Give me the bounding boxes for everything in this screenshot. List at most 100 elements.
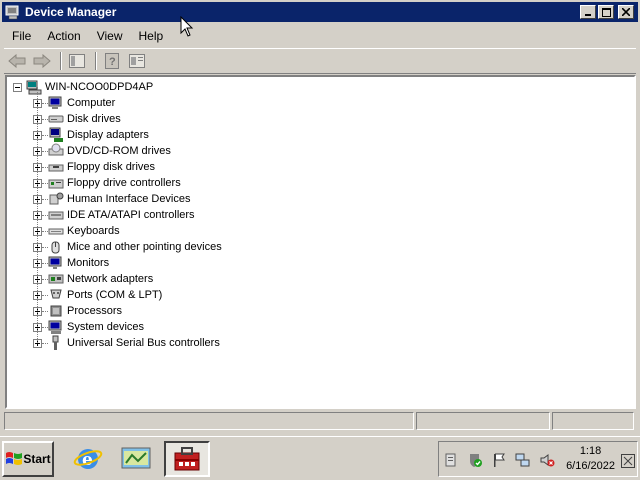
keyboard-icon bbox=[48, 228, 64, 235]
floppy-disk-icon bbox=[48, 164, 64, 172]
tree-branch-line bbox=[42, 102, 48, 104]
internet-explorer-icon: e bbox=[73, 449, 103, 470]
server-manager-launcher[interactable] bbox=[118, 443, 154, 475]
menu-bar: File Action View Help bbox=[4, 26, 636, 46]
mouse-icon bbox=[51, 241, 60, 254]
tree-branch-line bbox=[42, 310, 48, 312]
tree-item-label: Disk drives bbox=[67, 113, 121, 125]
toolbar: ? bbox=[4, 48, 636, 74]
tree-branch-line bbox=[42, 246, 48, 248]
tree-branch-line bbox=[42, 182, 48, 184]
internet-explorer-launcher[interactable]: e bbox=[70, 443, 106, 475]
back-button[interactable] bbox=[6, 50, 28, 72]
tree-item[interactable]: Mice and other pointing devices bbox=[33, 239, 222, 255]
show-hide-console-tree-icon bbox=[69, 54, 85, 68]
tree-item[interactable]: Display adapters bbox=[33, 127, 149, 143]
tree-item-label: System devices bbox=[67, 321, 145, 333]
show-desktop-icon[interactable] bbox=[621, 454, 635, 468]
title-bar[interactable]: Device Manager bbox=[2, 2, 638, 22]
status-pane-main bbox=[4, 412, 414, 430]
tree-item-label: Keyboards bbox=[67, 225, 120, 237]
close-button[interactable] bbox=[618, 5, 634, 19]
dvd-drive-icon bbox=[48, 143, 64, 156]
tree-branch-line bbox=[42, 342, 48, 344]
security-shield-icon[interactable] bbox=[467, 452, 483, 468]
tree-item[interactable]: Computer bbox=[33, 95, 115, 111]
tree-item[interactable]: Network adapters bbox=[33, 271, 153, 287]
tree-branch-line bbox=[42, 262, 48, 264]
tree-branch-line bbox=[42, 294, 48, 296]
start-button[interactable]: Start bbox=[2, 441, 54, 477]
device-tree[interactable]: WIN-NCOO0DPD4AP Computer Disk drives Displ… bbox=[5, 75, 636, 409]
tree-item[interactable]: Ports (COM & LPT) bbox=[33, 287, 162, 303]
tree-branch-line bbox=[42, 150, 48, 152]
device-manager-task-button[interactable] bbox=[164, 441, 210, 477]
tree-item-label: DVD/CD-ROM drives bbox=[67, 145, 171, 157]
properties-icon bbox=[129, 54, 145, 68]
show-hide-console-tree-button[interactable] bbox=[66, 50, 88, 72]
menu-action[interactable]: Action bbox=[39, 29, 88, 43]
mouse-cursor-icon bbox=[180, 16, 194, 37]
status-pane-3 bbox=[552, 412, 634, 430]
tree-item-label: Ports (COM & LPT) bbox=[67, 289, 163, 301]
monitor-icon bbox=[48, 256, 62, 269]
tree-item[interactable]: Disk drives bbox=[33, 111, 121, 127]
svg-text:?: ? bbox=[109, 56, 116, 68]
tree-item[interactable]: Monitors bbox=[33, 255, 109, 271]
start-label: Start bbox=[23, 452, 51, 466]
network-icon[interactable] bbox=[515, 452, 531, 468]
volume-muted-icon[interactable] bbox=[539, 452, 555, 468]
tree-branch-line bbox=[42, 166, 48, 168]
maximize-button[interactable] bbox=[598, 5, 614, 19]
minimize-icon bbox=[585, 14, 591, 16]
hid-icon bbox=[49, 192, 64, 205]
tree-item-label: Monitors bbox=[67, 257, 110, 269]
maximize-icon bbox=[601, 7, 611, 17]
ide-controller-icon bbox=[48, 211, 64, 220]
tree-item[interactable]: DVD/CD-ROM drives bbox=[33, 143, 171, 159]
tree-item[interactable]: Human Interface Devices bbox=[33, 191, 191, 207]
menu-view[interactable]: View bbox=[89, 29, 131, 43]
status-bar bbox=[4, 412, 636, 432]
clock[interactable]: 1:18 6/16/2022 bbox=[566, 444, 615, 474]
help-icon: ? bbox=[105, 53, 119, 69]
printer-icon[interactable] bbox=[443, 452, 459, 468]
back-icon bbox=[8, 54, 26, 68]
tree-item-label: Human Interface Devices bbox=[67, 193, 191, 205]
clock-date: 6/16/2022 bbox=[566, 460, 615, 472]
action-center-flag-icon[interactable] bbox=[491, 452, 507, 468]
tree-item[interactable]: Universal Serial Bus controllers bbox=[33, 335, 220, 351]
tree-item-label: Network adapters bbox=[67, 273, 154, 285]
menu-help[interactable]: Help bbox=[131, 29, 172, 43]
menu-file[interactable]: File bbox=[4, 29, 39, 43]
tree-root[interactable]: WIN-NCOO0DPD4AP bbox=[13, 79, 153, 95]
tree-item[interactable]: Processors bbox=[33, 303, 122, 319]
tree-item-label: IDE ATA/ATAPI controllers bbox=[67, 209, 195, 221]
computer-icon bbox=[26, 80, 42, 95]
tree-item[interactable]: Floppy drive controllers bbox=[33, 175, 181, 191]
tree-branch-line bbox=[42, 118, 48, 120]
help-button[interactable]: ? bbox=[101, 50, 123, 72]
forward-button[interactable] bbox=[31, 50, 53, 72]
tree-item[interactable]: Floppy disk drives bbox=[33, 159, 155, 175]
display-adapter-icon bbox=[49, 127, 63, 142]
tree-item-label: Universal Serial Bus controllers bbox=[67, 337, 220, 349]
status-pane-2 bbox=[416, 412, 550, 430]
taskbar: Start e 1:18 6/16/2022 bbox=[0, 436, 640, 480]
windows-logo-icon bbox=[6, 452, 23, 465]
tree-item[interactable]: System devices bbox=[33, 319, 144, 335]
tree-item-label: Computer bbox=[67, 97, 116, 109]
tree-item-label: Floppy drive controllers bbox=[67, 177, 181, 189]
processor-icon bbox=[50, 305, 62, 317]
toolbar-separator bbox=[95, 52, 97, 70]
close-icon bbox=[622, 8, 630, 16]
minimize-button[interactable] bbox=[580, 5, 596, 19]
properties-button[interactable] bbox=[126, 50, 148, 72]
tree-branch-line bbox=[42, 326, 48, 328]
tree-branch-line bbox=[42, 134, 48, 136]
tree-branch-line bbox=[42, 278, 48, 280]
tree-branch-line bbox=[42, 198, 48, 200]
tree-item[interactable]: Keyboards bbox=[33, 223, 120, 239]
collapse-toggle[interactable] bbox=[13, 82, 22, 92]
tree-item[interactable]: IDE ATA/ATAPI controllers bbox=[33, 207, 195, 223]
